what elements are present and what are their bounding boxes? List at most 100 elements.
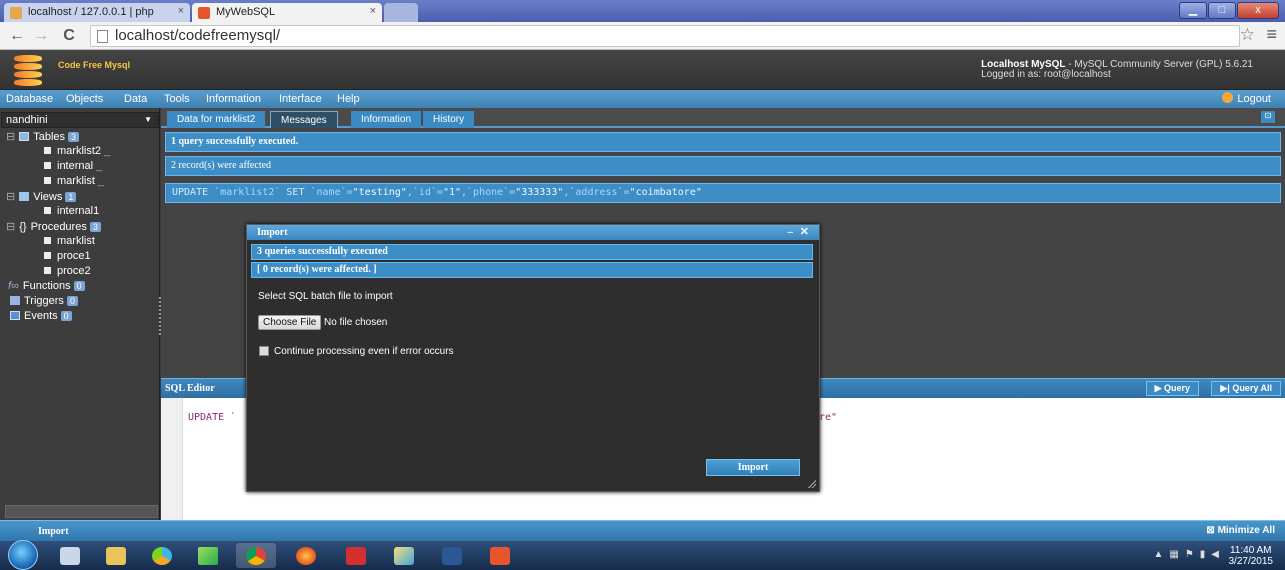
taskbar-clock[interactable]: 11:40 AM 3/27/2015 xyxy=(1229,545,1274,567)
window-minimize-button[interactable]: ▁ xyxy=(1179,2,1207,19)
sql-string: "coimbatore" xyxy=(629,187,702,198)
menu-interface[interactable]: Interface xyxy=(279,93,322,105)
new-tab-button[interactable] xyxy=(384,3,418,22)
tab-messages[interactable]: Messages xyxy=(270,111,338,128)
start-button[interactable] xyxy=(8,540,38,570)
tree-item-table[interactable]: internal _ xyxy=(44,160,102,172)
tree-suffix: _ xyxy=(97,175,105,187)
tree-label: Triggers xyxy=(24,295,64,307)
table-icon xyxy=(19,132,30,141)
query-button[interactable]: ▶ Query xyxy=(1145,381,1199,396)
chevron-down-icon: ▼ xyxy=(144,115,152,124)
taskbar-photos[interactable] xyxy=(384,543,424,568)
collapse-icon[interactable]: ⊟ xyxy=(6,221,15,233)
view-item-icon xyxy=(44,207,51,214)
query-all-button[interactable]: ▶| Query All xyxy=(1211,381,1281,396)
tree-item-procedure[interactable]: marklist xyxy=(44,235,95,247)
result-tabs: Data for marklist2 Messages Information … xyxy=(161,108,1285,128)
pdf-icon xyxy=(346,546,366,565)
import-button[interactable]: Import xyxy=(706,459,800,476)
minimize-all-button[interactable]: ⊠ Minimize All xyxy=(1206,525,1275,536)
app-header: Code Free Mysql Localhost MySQL - MySQL … xyxy=(0,50,1285,90)
tree-item-procedure[interactable]: proce2 xyxy=(44,265,91,277)
menu-data[interactable]: Data xyxy=(124,93,147,105)
menu-help[interactable]: Help xyxy=(337,93,360,105)
url-field[interactable]: localhost/codefreemysql/ xyxy=(90,25,1240,47)
close-tab-icon[interactable]: × xyxy=(178,5,184,17)
browser-tab-strip: localhost / 127.0.0.1 | php × MyWebSQL ×… xyxy=(0,0,1285,22)
tray-expand-icon[interactable]: ▲ xyxy=(1153,549,1169,560)
query-button-label: Query xyxy=(1163,383,1190,393)
count-badge: 3 xyxy=(68,132,80,142)
tab-information[interactable]: Information xyxy=(351,111,422,128)
url-text: localhost/codefreemysql/ xyxy=(115,27,281,44)
database-select[interactable]: nandhini ▼ xyxy=(1,112,159,128)
tree-functions[interactable]: f∞ Functions 0 xyxy=(8,280,85,292)
tree-views[interactable]: ⊟ Views 1 xyxy=(6,190,77,203)
back-button[interactable]: ← xyxy=(8,26,26,46)
dialog-close-icon[interactable]: ✕ xyxy=(800,225,809,240)
taskbar-chrome[interactable] xyxy=(236,543,276,568)
app-icon xyxy=(490,546,510,565)
taskbar-android-studio[interactable] xyxy=(188,543,228,568)
status-import-task[interactable]: Import xyxy=(38,526,69,537)
tray-signal-icon[interactable]: ▮ xyxy=(1200,549,1212,560)
tab-history[interactable]: History xyxy=(423,111,475,128)
import-prompt: Select SQL batch file to import xyxy=(258,291,393,302)
logout-button[interactable]: Logout xyxy=(1222,92,1271,105)
browser-menu-icon[interactable]: ≡ xyxy=(1266,24,1277,45)
taskbar-network-app[interactable] xyxy=(50,543,90,568)
browser-tab-mywebsql[interactable]: MyWebSQL × xyxy=(192,3,382,22)
tree-procedures[interactable]: ⊟ {} Procedures 3 xyxy=(6,220,101,233)
tree-item-table[interactable]: marklist _ xyxy=(44,175,104,187)
tree-triggers[interactable]: Triggers 0 xyxy=(10,295,78,307)
menu-tools[interactable]: Tools xyxy=(164,93,190,105)
photos-icon xyxy=(394,546,414,565)
logout-label: Logout xyxy=(1237,93,1271,105)
continue-on-error-checkbox[interactable] xyxy=(259,346,269,356)
tray-flag-icon[interactable]: ⚑ xyxy=(1185,549,1200,560)
window-close-button[interactable]: x xyxy=(1237,2,1279,19)
sql-part: `name`= xyxy=(304,187,353,198)
dialog-minimize-icon[interactable]: – xyxy=(788,225,794,240)
menu-database[interactable]: Database xyxy=(6,93,53,105)
continue-on-error-label[interactable]: Continue processing even if error occurs xyxy=(274,346,454,357)
taskbar-app2[interactable] xyxy=(480,543,520,568)
import-dialog-titlebar[interactable]: Import – ✕ xyxy=(247,225,819,240)
menu-objects[interactable]: Objects xyxy=(66,93,103,105)
resize-grip-icon[interactable] xyxy=(807,479,816,488)
clock-date: 3/27/2015 xyxy=(1228,556,1274,567)
tree-tables[interactable]: ⊟ Tables 3 xyxy=(6,130,80,143)
bookmark-star-icon[interactable]: ☆ xyxy=(1240,25,1255,45)
close-tab-icon[interactable]: × xyxy=(370,5,376,17)
maximize-panel-icon[interactable]: ⊡ xyxy=(1261,111,1275,123)
browser-tab-phpmyadmin[interactable]: localhost / 127.0.0.1 | php × xyxy=(4,3,190,22)
menu-information[interactable]: Information xyxy=(206,93,261,105)
network-icon xyxy=(60,546,80,565)
tray-volume-icon[interactable]: ◀ xyxy=(1211,549,1225,560)
collapse-icon[interactable]: ⊟ xyxy=(6,131,15,143)
choose-file-button[interactable]: Choose File xyxy=(258,315,322,330)
tray-network-icon[interactable]: ▦ xyxy=(1169,549,1184,560)
play-all-icon: ▶| xyxy=(1220,383,1233,393)
firefox-icon xyxy=(296,546,316,565)
function-icon: f∞ xyxy=(8,280,19,292)
taskbar-word[interactable] xyxy=(432,543,472,568)
tree-events[interactable]: Events 0 xyxy=(10,310,72,322)
tree-item-procedure[interactable]: proce1 xyxy=(44,250,91,262)
tab-data[interactable]: Data for marklist2 xyxy=(167,111,266,128)
window-maximize-button[interactable]: □ xyxy=(1208,2,1236,19)
tree-item-table[interactable]: marklist2 _ xyxy=(44,145,110,157)
taskbar-app[interactable] xyxy=(142,543,182,568)
tree-item-view[interactable]: internal1 xyxy=(44,205,99,217)
collapse-icon[interactable]: ⊟ xyxy=(6,191,15,203)
taskbar-firefox[interactable] xyxy=(286,543,326,568)
taskbar-acrobat[interactable] xyxy=(336,543,376,568)
sidebar-filter-input[interactable] xyxy=(5,505,158,518)
forward-button[interactable]: → xyxy=(32,26,50,46)
taskbar-explorer[interactable] xyxy=(96,543,136,568)
reload-button[interactable]: C xyxy=(60,26,78,46)
count-badge: 0 xyxy=(66,296,78,306)
tree-label: marklist xyxy=(57,175,95,187)
tree-label: Views xyxy=(33,191,63,203)
